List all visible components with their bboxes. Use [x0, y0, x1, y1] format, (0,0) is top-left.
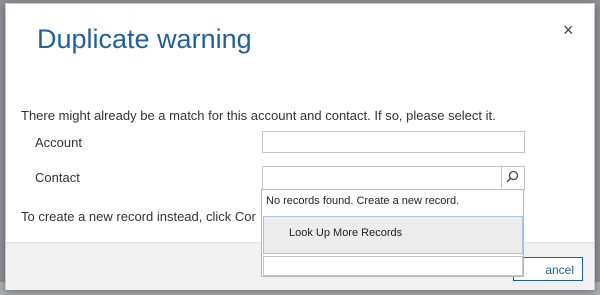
lookup-new-record-input[interactable] — [263, 256, 523, 276]
no-records-message: No records found. Create a new record. — [266, 195, 460, 207]
create-new-record-text: To create a new record instead, click Co… — [21, 209, 256, 224]
account-field[interactable] — [262, 131, 525, 153]
account-label: Account — [35, 135, 82, 150]
lookup-search-button[interactable] — [501, 165, 523, 188]
lookup-results-dropdown: No records found. Create a new record. L… — [261, 189, 524, 277]
search-icon — [506, 170, 519, 183]
dialog-title: Duplicate warning — [37, 24, 252, 54]
close-icon[interactable]: × — [563, 21, 574, 39]
look-up-more-records-item[interactable]: Look Up More Records — [263, 216, 523, 254]
look-up-more-records-label: Look Up More Records — [289, 227, 403, 239]
contact-field[interactable] — [262, 166, 525, 191]
dialog-message: There might already be a match for this … — [21, 108, 496, 123]
contact-label: Contact — [35, 170, 80, 185]
